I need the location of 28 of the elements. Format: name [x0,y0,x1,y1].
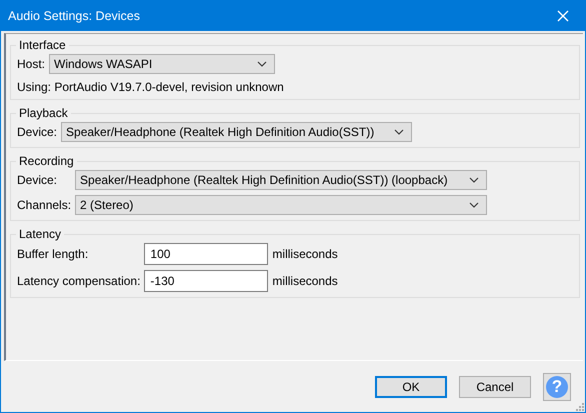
cancel-button[interactable]: Cancel [459,376,531,398]
field-label: Channels: [16,198,72,212]
window-title: Audio Settings: Devices [8,8,140,22]
group-title: Recording [16,154,77,168]
input-field[interactable]: 100 [144,243,268,265]
ok-button[interactable]: OK [375,376,447,398]
unit-label: milliseconds [272,247,338,261]
dropdown[interactable]: Speaker/Headphone (Realtek High Definition Audio(SST)) (loopback) [75,170,488,190]
chevron-down-icon [469,202,480,208]
field-label: Device: [16,125,58,139]
group-title: Playback [16,106,71,120]
chevron-down-icon [394,129,404,135]
unit-label: milliseconds [272,274,338,288]
group-title: Latency [16,227,64,241]
field-label: Buffer length: [16,247,90,261]
group-title: Interface [16,38,69,52]
info-text: Using: PortAudio V19.7.0-devel, revision unknown [16,79,285,94]
field-label: Host: [16,57,46,71]
input-field[interactable]: -130 [144,270,268,292]
chevron-down-icon [257,61,268,67]
close-icon [557,10,569,22]
resize-grip-icon [576,403,584,411]
dropdown[interactable]: Windows WASAPI [49,54,276,74]
field-label: Device: [16,173,58,187]
dropdown[interactable]: Speaker/Headphone (Realtek High Definition Audio(SST)) [61,122,412,142]
chevron-down-icon [469,177,480,183]
dropdown[interactable]: 2 (Stereo) [75,195,488,215]
field-label: Latency compensation: [16,274,140,288]
